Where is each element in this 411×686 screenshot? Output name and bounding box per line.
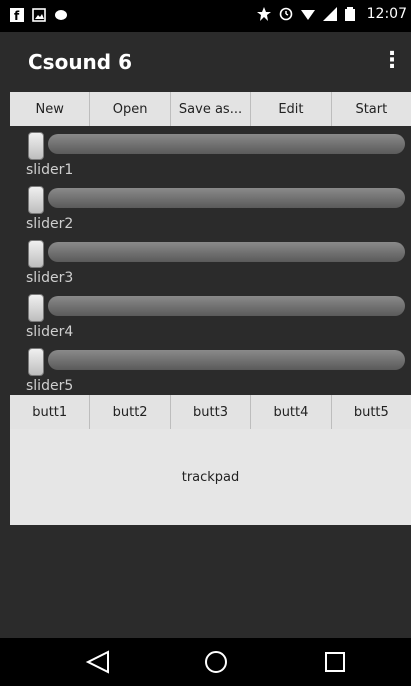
- slider5-track[interactable]: [48, 350, 405, 370]
- edit-button[interactable]: Edit: [251, 92, 332, 126]
- slider-row-4: slider4: [10, 288, 411, 342]
- slider-panel: slider1 slider2 slider3 slider4 slider5: [10, 126, 411, 394]
- slider-row-5: slider5: [10, 342, 411, 396]
- slider4-label: slider4: [26, 324, 74, 340]
- svg-text:f: f: [14, 9, 20, 22]
- butt4-button[interactable]: butt4: [251, 395, 332, 429]
- app-bar: Csound 6 ⋮: [0, 32, 411, 92]
- bottom-button-row: butt1 butt2 butt3 butt4 butt5: [10, 395, 411, 429]
- status-bar: f 12:07: [0, 0, 411, 32]
- butt1-button[interactable]: butt1: [10, 395, 91, 429]
- facebook-notification-icon: f: [10, 8, 24, 23]
- new-button[interactable]: New: [10, 92, 91, 126]
- slider-row-2: slider2: [10, 180, 411, 234]
- wifi-icon: [300, 7, 315, 21]
- chat-notification-icon: [54, 8, 68, 22]
- recent-square-icon[interactable]: [319, 646, 351, 678]
- slider4-track[interactable]: [48, 296, 405, 316]
- butt2-button[interactable]: butt2: [90, 395, 171, 429]
- slider1-thumb[interactable]: [28, 132, 44, 160]
- slider1-label: slider1: [26, 162, 74, 178]
- slider4-thumb[interactable]: [28, 294, 44, 322]
- alarm-clock-icon: [279, 7, 293, 21]
- start-button[interactable]: Start: [331, 92, 411, 126]
- slider5-thumb[interactable]: [28, 348, 44, 376]
- trackpad-label: trackpad: [181, 469, 240, 485]
- slider-row-3: slider3: [10, 234, 411, 288]
- open-button[interactable]: Open: [90, 92, 171, 126]
- slider-row-1: slider1: [10, 126, 411, 180]
- overflow-menu-icon[interactable]: ⋮: [381, 48, 403, 73]
- navigation-bar: [0, 638, 411, 686]
- cell-signal-icon: [322, 7, 337, 21]
- star-icon: [256, 7, 271, 21]
- home-circle-icon[interactable]: [200, 646, 232, 678]
- back-triangle-icon[interactable]: [82, 646, 114, 678]
- battery-icon: [344, 7, 359, 21]
- butt3-button[interactable]: butt3: [170, 395, 252, 429]
- slider2-label: slider2: [26, 216, 74, 232]
- slider2-thumb[interactable]: [28, 186, 44, 214]
- slider3-track[interactable]: [48, 242, 405, 262]
- status-time: 12:07: [366, 6, 407, 22]
- slider3-thumb[interactable]: [28, 240, 44, 268]
- slider1-track[interactable]: [48, 134, 405, 154]
- trackpad[interactable]: trackpad: [10, 429, 411, 525]
- top-button-row: New Open Save as... Edit Start: [10, 92, 411, 126]
- slider5-label: slider5: [26, 378, 74, 394]
- save-as-button[interactable]: Save as...: [170, 92, 252, 126]
- image-notification-icon: [32, 8, 46, 22]
- slider3-label: slider3: [26, 270, 74, 286]
- slider2-track[interactable]: [48, 188, 405, 208]
- status-right-icons: 12:07: [256, 6, 407, 22]
- butt5-button[interactable]: butt5: [331, 395, 411, 429]
- app-title: Csound 6: [28, 50, 132, 74]
- status-left-icons: f: [10, 8, 68, 23]
